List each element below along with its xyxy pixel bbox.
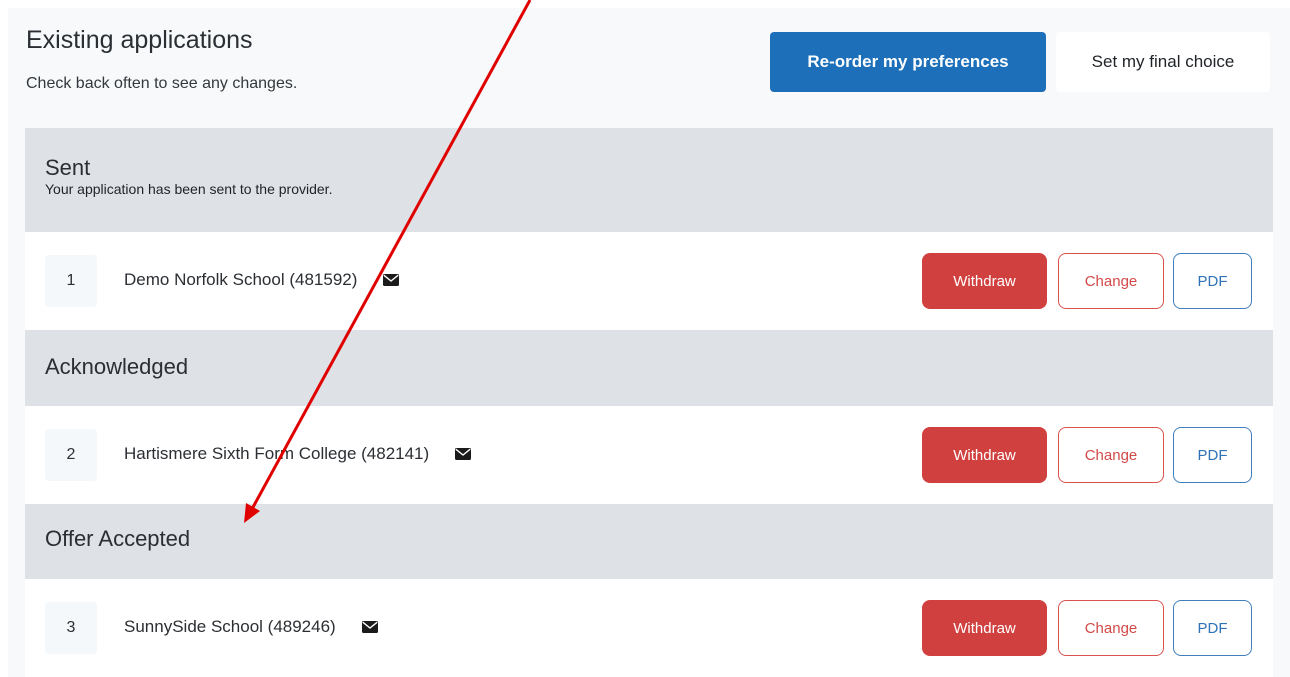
application-row: 3 SunnySide School (489246) Withdraw Cha… <box>25 579 1273 677</box>
reorder-preferences-button[interactable]: Re-order my preferences <box>770 32 1046 92</box>
pdf-button[interactable]: PDF <box>1173 427 1252 483</box>
application-row: 1 Demo Norfolk School (481592) Withdraw … <box>25 232 1273 330</box>
applications-page: Existing applications Check back often t… <box>8 8 1290 677</box>
school-name: SunnySide School (489246) <box>124 617 378 637</box>
page-subtitle: Check back often to see any changes. <box>26 75 298 92</box>
group-title: Sent <box>45 155 91 180</box>
set-final-choice-button[interactable]: Set my final choice <box>1056 32 1270 92</box>
group-title: Acknowledged <box>45 354 189 379</box>
envelope-icon[interactable] <box>455 448 472 460</box>
group-description: Your application has been sent to the pr… <box>45 181 333 197</box>
page-header: Existing applications Check back often t… <box>8 8 1290 128</box>
withdraw-button[interactable]: Withdraw <box>922 253 1047 309</box>
school-label: Hartismere Sixth Form College (482141) <box>124 444 430 463</box>
group-title: Offer Accepted <box>45 526 191 551</box>
school-name: Demo Norfolk School (481592) <box>124 270 400 290</box>
withdraw-button[interactable]: Withdraw <box>922 427 1047 483</box>
withdraw-button[interactable]: Withdraw <box>922 600 1047 656</box>
group-header-acknowledged: Acknowledged <box>25 330 1273 406</box>
school-name: Hartismere Sixth Form College (482141) <box>124 444 472 464</box>
preference-rank: 3 <box>45 602 97 654</box>
pdf-button[interactable]: PDF <box>1173 253 1252 309</box>
envelope-icon[interactable] <box>383 274 400 286</box>
page-title: Existing applications <box>26 26 253 54</box>
school-label: Demo Norfolk School (481592) <box>124 270 358 289</box>
group-header-offer-accepted: Offer Accepted <box>25 504 1273 579</box>
pdf-button[interactable]: PDF <box>1173 600 1252 656</box>
application-row: 2 Hartismere Sixth Form College (482141)… <box>25 406 1273 504</box>
change-button[interactable]: Change <box>1058 253 1164 309</box>
change-button[interactable]: Change <box>1058 600 1164 656</box>
preference-rank: 1 <box>45 255 97 307</box>
preference-rank: 2 <box>45 429 97 481</box>
group-header-sent: Sent Your application has been sent to t… <box>25 128 1273 232</box>
school-label: SunnySide School (489246) <box>124 617 336 636</box>
envelope-icon[interactable] <box>361 621 378 633</box>
change-button[interactable]: Change <box>1058 427 1164 483</box>
